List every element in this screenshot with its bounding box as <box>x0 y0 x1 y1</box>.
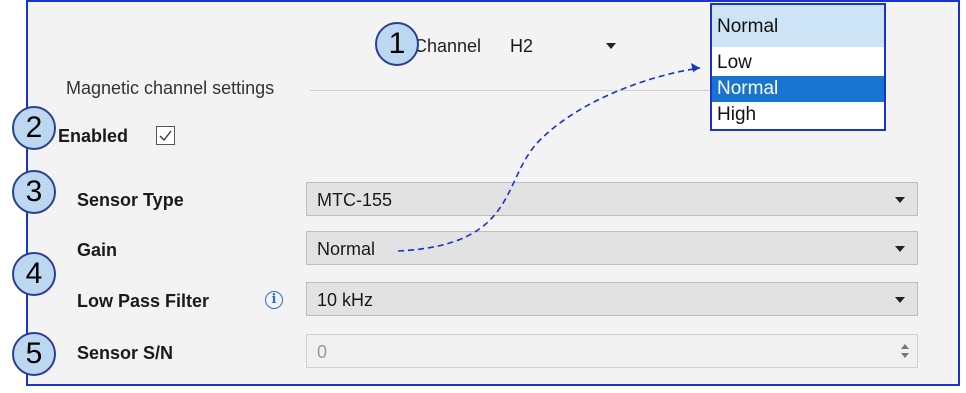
option-label: High <box>717 104 757 125</box>
low-pass-value: 10 kHz <box>317 290 374 310</box>
sensor-type-value: MTC-155 <box>317 190 393 210</box>
dropdown-option-high[interactable]: High <box>712 102 884 128</box>
callout-2: 2 <box>12 106 56 150</box>
sensor-sn-label: Sensor S/N <box>77 343 174 363</box>
channel-label: Channel <box>414 36 482 56</box>
low-pass-label: Low Pass Filter <box>77 291 210 311</box>
chevron-down-icon <box>895 246 905 252</box>
chevron-down-icon <box>606 43 616 49</box>
callout-3: 3 <box>12 170 56 214</box>
info-icon[interactable]: i <box>265 291 283 309</box>
sensor-type-select[interactable]: MTC-155 <box>306 182 918 216</box>
gain-select[interactable]: Normal <box>306 231 918 265</box>
option-label: Normal <box>717 78 779 99</box>
callout-1: 1 <box>375 22 419 66</box>
chevron-down-icon <box>895 197 905 203</box>
sensor-type-label: Sensor Type <box>77 190 184 210</box>
group-title: Magnetic channel settings <box>66 78 275 98</box>
dropdown-current-value: Normal <box>717 16 779 37</box>
sensor-sn-spinbox[interactable]: 0 <box>306 334 918 368</box>
dropdown-current[interactable]: Normal <box>712 5 884 47</box>
enabled-label: Enabled <box>58 126 129 146</box>
dropdown-option-normal[interactable]: Normal <box>712 76 884 102</box>
callout-4: 4 <box>12 252 56 296</box>
gain-value: Normal <box>317 239 376 259</box>
dropdown-option-low[interactable]: Low <box>712 50 884 76</box>
chevron-down-icon <box>895 297 905 303</box>
check-icon <box>159 130 172 141</box>
gain-label: Gain <box>77 240 118 260</box>
gain-dropdown-popup: Normal Low Normal High <box>710 3 886 131</box>
option-label: Low <box>717 52 752 73</box>
low-pass-select[interactable]: 10 kHz <box>306 282 918 316</box>
spinbox-arrows-icon[interactable] <box>899 341 911 361</box>
channel-select[interactable]: H2 <box>502 30 626 62</box>
enabled-checkbox[interactable] <box>156 126 175 145</box>
callout-5: 5 <box>12 332 56 376</box>
channel-value: H2 <box>510 36 534 56</box>
group-border <box>310 90 710 91</box>
sensor-sn-value: 0 <box>317 342 328 362</box>
